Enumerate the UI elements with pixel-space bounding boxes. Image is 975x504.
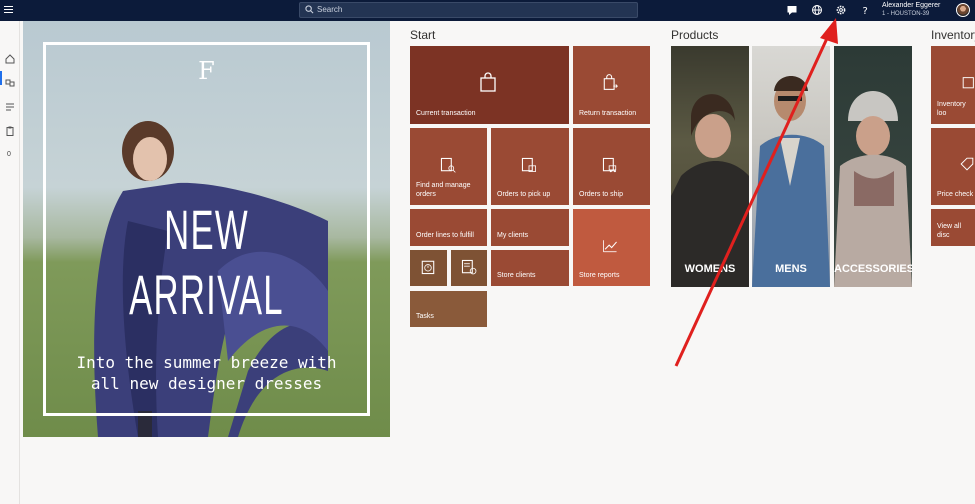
womens-photo [671,94,749,287]
chat-icon[interactable] [786,4,798,16]
tile-journal[interactable] [451,250,487,286]
cart-count: 0 [7,151,11,158]
tile-label: Find and manage orders [416,182,471,198]
search-placeholder: Search [317,5,343,14]
tile-orders-to-ship[interactable]: Orders to ship [573,128,650,205]
brand-logo: F [198,57,215,85]
tile-womens[interactable]: WOMENS [671,46,749,287]
tile-current-transaction[interactable]: Current transaction [410,46,569,124]
find-orders-icon [440,157,456,173]
gear-icon[interactable] [835,4,847,16]
tile-label: Inventory loo [937,101,966,117]
tile-tasks[interactable]: Tasks [410,291,487,327]
return-bag-icon [603,74,618,90]
tile-find-and-manage-orders[interactable]: Find and manage orders [410,128,487,205]
tile-inventory-lookup[interactable]: Inventory loo [931,46,975,124]
mens-photo [752,76,830,287]
list-icon[interactable] [4,101,16,113]
tile-store-reports[interactable]: Store reports [573,209,650,286]
rail-active-indicator [0,71,2,85]
tile-mens[interactable]: MENS [752,46,830,287]
user-name[interactable]: Alexander Eggerer [882,2,940,9]
globe-icon[interactable] [811,4,823,16]
tile-timeclock[interactable] [410,250,447,286]
tile-label: Order lines to fulfill [416,232,474,239]
search-input[interactable]: Search [299,2,638,18]
shipping-icon [602,157,617,173]
navigation-rail: 0 [0,21,20,504]
section-title-products: Products [671,28,719,42]
tile-label: View all disc [937,223,961,239]
tile-label: Price check [937,191,974,198]
accessories-photo [834,91,912,287]
tile-store-clients[interactable]: Store clients [491,250,569,286]
tile-orders-to-pick-up[interactable]: Orders to pick up [491,128,569,205]
tile-accessories[interactable]: ACCESSORIES [834,46,912,287]
chart-line-icon [603,240,617,253]
promo-banner[interactable]: F NEW ARRIVAL Into the summer breeze wit… [23,21,390,437]
products-icon[interactable] [4,77,16,89]
tile-label: Store clients [497,272,536,279]
tile-view-all-discounts[interactable]: View all disc [931,209,975,246]
inventory-icon [962,77,974,89]
tile-label: Orders to ship [579,191,623,198]
svg-text:?: ? [863,6,868,16]
tile-label: Current transaction [416,110,476,117]
tile-label: Orders to pick up [497,191,551,198]
banner-headline: NEW ARRIVAL [129,198,284,326]
tile-label: Tasks [416,313,434,320]
banner-subtitle-line-2: all new designer dresses [90,374,323,393]
clipboard-icon[interactable] [4,125,16,137]
tile-order-lines-to-fulfill[interactable]: Order lines to fulfill [410,209,487,246]
tile-label: MENS [775,263,807,275]
tile-my-clients[interactable]: My clients [491,209,569,246]
pick-up-icon [521,157,536,172]
banner-subtitle: Into the summer breeze with all new desi… [23,352,390,394]
timeclock-icon [421,260,435,275]
search-icon [305,5,314,14]
banner-subtitle-line-1: Into the summer breeze with [76,353,337,372]
top-bar: Search ? Alexander Eggerer 1 - HOUSTON-3… [0,0,975,21]
tile-label: Store reports [579,272,620,279]
hamburger-icon[interactable] [4,4,16,16]
tile-label: Return transaction [579,110,637,117]
price-tag-icon [960,157,974,171]
shopping-bag-icon [480,72,496,92]
tile-return-transaction[interactable]: Return transaction [573,46,650,124]
section-title-start: Start [410,28,436,42]
section-title-inventory: Inventory [931,28,975,42]
home-icon[interactable] [4,53,16,65]
user-store: 1 - HOUSTON-39 [882,11,930,17]
help-icon[interactable]: ? [859,4,871,16]
tile-label: My clients [497,232,529,239]
tile-price-check[interactable]: Price check [931,128,975,205]
avatar[interactable] [956,3,970,17]
tile-label: WOMENS [684,263,736,275]
journal-icon [461,259,477,275]
tile-label: ACCESSORIES [834,263,912,275]
